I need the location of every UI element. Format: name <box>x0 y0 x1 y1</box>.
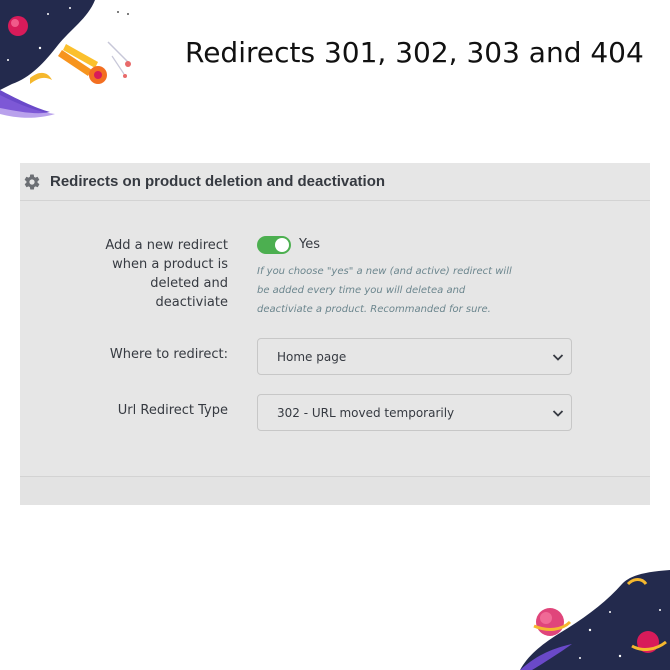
banner-title: Redirects 301, 302, 303 and 404 <box>185 36 644 69</box>
toggle-state-label: Yes <box>299 237 320 252</box>
panel-footer <box>20 476 650 505</box>
redirect-type-value: 302 - URL moved temporarily <box>277 405 455 420</box>
panel-header: Redirects on product deletion and deacti… <box>20 163 650 201</box>
add-redirect-help-text: If you choose "yes" a new (and active) r… <box>257 266 512 315</box>
where-to-redirect-value: Home page <box>277 349 347 364</box>
add-redirect-label: Add a new redirect when a product is del… <box>105 238 228 310</box>
redirect-settings-panel: Redirects on product deletion and deacti… <box>20 163 650 505</box>
chevron-down-icon <box>552 354 564 361</box>
panel-title: Redirects on product deletion and deacti… <box>50 173 386 190</box>
where-to-redirect-label: Where to redirect: <box>109 347 228 362</box>
redirect-type-label: Url Redirect Type <box>117 403 228 418</box>
toggle-knob <box>275 238 289 252</box>
add-redirect-toggle[interactable] <box>257 236 291 254</box>
gear-icon <box>24 173 40 190</box>
where-to-redirect-select[interactable]: Home page <box>257 338 572 375</box>
redirect-type-select[interactable]: 302 - URL moved temporarily <box>257 394 572 431</box>
space-illustration-top-left <box>0 0 131 118</box>
chevron-down-icon <box>552 410 564 417</box>
space-illustration-bottom-right <box>520 570 670 670</box>
